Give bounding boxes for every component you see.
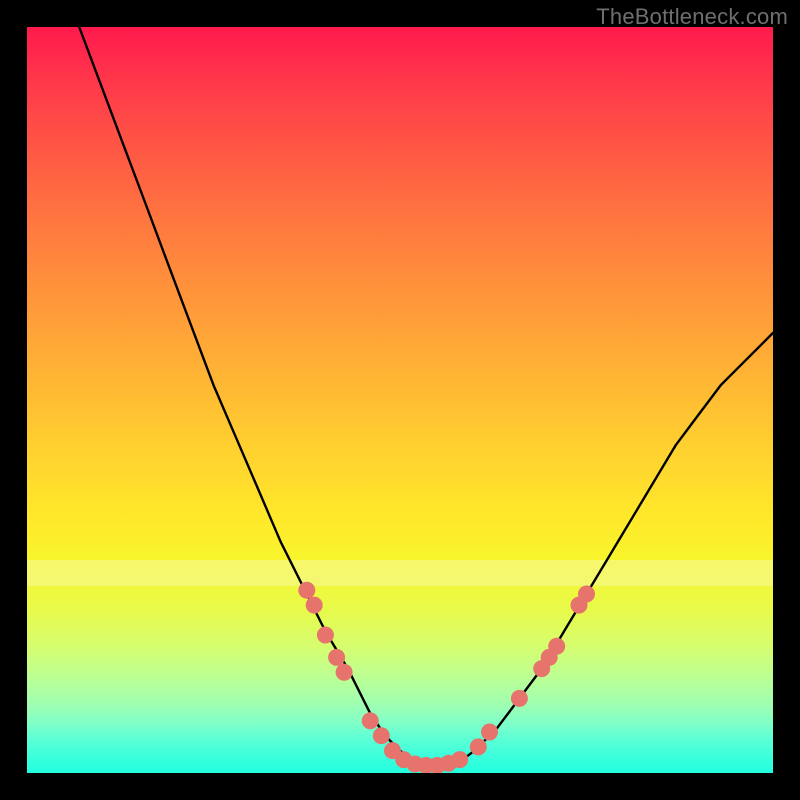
marker-dot [470,738,487,755]
marker-dot [373,727,390,744]
plot-area [27,27,773,773]
chart-svg [27,27,773,773]
marker-dot [328,649,345,666]
marker-dot [511,690,528,707]
marker-dot [578,586,595,603]
marker-dot [298,582,315,599]
marker-dot [548,638,565,655]
chart-frame: TheBottleneck.com [0,0,800,800]
marker-dot [362,712,379,729]
marker-dot [336,664,353,681]
marker-dot [451,751,468,768]
watermark-text: TheBottleneck.com [596,4,788,30]
marker-dot [481,724,498,741]
curve-markers [298,582,595,773]
bottleneck-curve [79,27,773,766]
marker-dot [317,627,334,644]
marker-dot [306,597,323,614]
